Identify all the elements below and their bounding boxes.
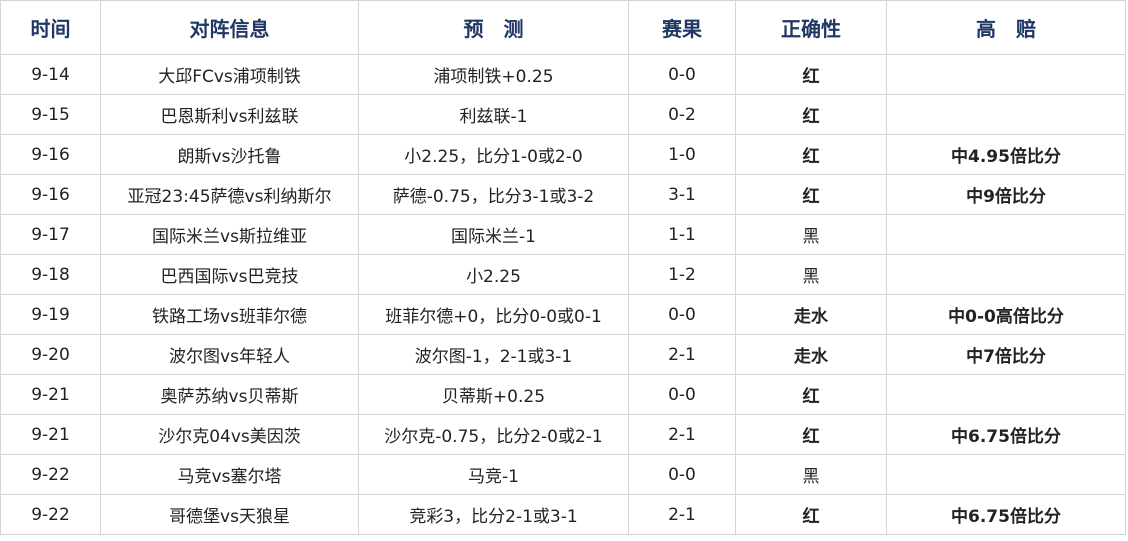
cell-score: 0-0 (628, 294, 736, 335)
table-row: 9-17 国际米兰vs斯拉维亚 国际米兰-1 1-1 黑 (0, 214, 1126, 255)
cell-result: 黑 (735, 214, 887, 255)
header-odds: 高 赔 (886, 0, 1126, 55)
cell-date: 9-22 (0, 494, 101, 535)
cell-odds (886, 94, 1126, 135)
cell-odds (886, 454, 1126, 495)
cell-result: 红 (735, 54, 887, 95)
table-row: 9-18 巴西国际vs巴竞技 小2.25 1-2 黑 (0, 254, 1126, 295)
cell-date: 9-15 (0, 94, 101, 135)
cell-date: 9-19 (0, 294, 101, 335)
header-prediction: 预 测 (358, 0, 629, 55)
cell-prediction: 浦项制铁+0.25 (358, 54, 629, 95)
cell-odds: 中6.75倍比分 (886, 494, 1126, 535)
cell-prediction: 沙尔克-0.75，比分2-0或2-1 (358, 414, 629, 455)
cell-match: 马竞vs塞尔塔 (100, 454, 359, 495)
table-row: 9-21 沙尔克04vs美因茨 沙尔克-0.75，比分2-0或2-1 2-1 红中6.7… (0, 414, 1126, 455)
cell-score: 2-1 (628, 414, 736, 455)
cell-date: 9-21 (0, 374, 101, 415)
cell-match: 铁路工场vs班菲尔德 (100, 294, 359, 335)
cell-score: 1-0 (628, 134, 736, 175)
cell-date: 9-14 (0, 54, 101, 95)
cell-odds: 中0-0高倍比分 (886, 294, 1126, 335)
cell-prediction: 小2.25，比分1-0或2-0 (358, 134, 629, 175)
cell-score: 3-1 (628, 174, 736, 215)
predictions-table: 时间 对阵信息 预 测 赛果 正确性 高 赔 9-14 大邱FCvs浦项制铁 浦项制… (0, 0, 1126, 535)
cell-prediction: 竞彩3，比分2-1或3-1 (358, 494, 629, 535)
table-row: 9-14 大邱FCvs浦项制铁 浦项制铁+0.25 0-0 红 (0, 54, 1126, 95)
cell-prediction: 贝蒂斯+0.25 (358, 374, 629, 415)
cell-odds (886, 54, 1126, 95)
cell-match: 哥德堡vs天狼星 (100, 494, 359, 535)
cell-result: 红 (735, 494, 887, 535)
cell-prediction: 波尔图-1，2-1或3-1 (358, 334, 629, 375)
table-row: 9-22 马竞vs塞尔塔 马竞-1 0-0 黑 (0, 454, 1126, 495)
cell-match: 国际米兰vs斯拉维亚 (100, 214, 359, 255)
cell-result: 走水 (735, 294, 887, 335)
cell-result: 红 (735, 134, 887, 175)
cell-odds: 中4.95倍比分 (886, 134, 1126, 175)
cell-result: 红 (735, 414, 887, 455)
cell-score: 0-0 (628, 454, 736, 495)
header-result: 正确性 (735, 0, 887, 55)
cell-odds (886, 254, 1126, 295)
header-match: 对阵信息 (100, 0, 359, 55)
cell-score: 0-2 (628, 94, 736, 135)
cell-result: 黑 (735, 254, 887, 295)
cell-odds: 中9倍比分 (886, 174, 1126, 215)
cell-odds: 中7倍比分 (886, 334, 1126, 375)
cell-score: 1-2 (628, 254, 736, 295)
cell-score: 2-1 (628, 334, 736, 375)
cell-prediction: 萨德-0.75，比分3-1或3-2 (358, 174, 629, 215)
cell-result: 红 (735, 374, 887, 415)
cell-score: 2-1 (628, 494, 736, 535)
table-row: 9-16 朗斯vs沙托鲁 小2.25，比分1-0或2-0 1-0 红中4.95倍比分 (0, 134, 1126, 175)
cell-date: 9-22 (0, 454, 101, 495)
cell-date: 9-20 (0, 334, 101, 375)
table-row: 9-21 奥萨苏纳vs贝蒂斯 贝蒂斯+0.25 0-0 红 (0, 374, 1126, 415)
cell-date: 9-18 (0, 254, 101, 295)
cell-result: 黑 (735, 454, 887, 495)
cell-score: 0-0 (628, 54, 736, 95)
cell-match: 亚冠23:45萨德vs利纳斯尔 (100, 174, 359, 215)
header-score: 赛果 (628, 0, 736, 55)
cell-prediction: 班菲尔德+0，比分0-0或0-1 (358, 294, 629, 335)
cell-score: 1-1 (628, 214, 736, 255)
cell-prediction: 马竞-1 (358, 454, 629, 495)
table-row: 9-22 哥德堡vs天狼星 竞彩3，比分2-1或3-1 2-1 红中6.75倍比分 (0, 494, 1126, 535)
cell-match: 沙尔克04vs美因茨 (100, 414, 359, 455)
cell-date: 9-21 (0, 414, 101, 455)
table-header: 时间 对阵信息 预 测 赛果 正确性 高 赔 (0, 0, 1126, 55)
cell-match: 奥萨苏纳vs贝蒂斯 (100, 374, 359, 415)
cell-result: 红 (735, 174, 887, 215)
cell-date: 9-16 (0, 174, 101, 215)
cell-date: 9-16 (0, 134, 101, 175)
cell-odds (886, 374, 1126, 415)
cell-match: 巴恩斯利vs利兹联 (100, 94, 359, 135)
cell-prediction: 利兹联-1 (358, 94, 629, 135)
table-row: 9-20 波尔图vs年轻人 波尔图-1，2-1或3-1 2-1 走水 中7倍比分 (0, 334, 1126, 375)
cell-prediction: 小2.25 (358, 254, 629, 295)
cell-odds (886, 214, 1126, 255)
table-row: 9-16 亚冠23:45萨德vs利纳斯尔 萨德-0.75，比分3-1或3-2 3-1 红… (0, 174, 1126, 215)
table-row: 9-19 铁路工场vs班菲尔德 班菲尔德+0，比分0-0或0-1 0-0 走水 中0-0高… (0, 294, 1126, 335)
cell-date: 9-17 (0, 214, 101, 255)
cell-score: 0-0 (628, 374, 736, 415)
cell-result: 红 (735, 94, 887, 135)
cell-match: 波尔图vs年轻人 (100, 334, 359, 375)
header-row: 时间 对阵信息 预 测 赛果 正确性 高 赔 (0, 0, 1126, 55)
cell-result: 走水 (735, 334, 887, 375)
cell-match: 巴西国际vs巴竞技 (100, 254, 359, 295)
cell-odds: 中6.75倍比分 (886, 414, 1126, 455)
table-body: 9-14 大邱FCvs浦项制铁 浦项制铁+0.25 0-0 红 9-15 巴恩斯利vs利兹联… (0, 54, 1126, 535)
table-row: 9-15 巴恩斯利vs利兹联 利兹联-1 0-2 红 (0, 94, 1126, 135)
header-date: 时间 (0, 0, 101, 55)
cell-match: 大邱FCvs浦项制铁 (100, 54, 359, 95)
cell-prediction: 国际米兰-1 (358, 214, 629, 255)
cell-match: 朗斯vs沙托鲁 (100, 134, 359, 175)
